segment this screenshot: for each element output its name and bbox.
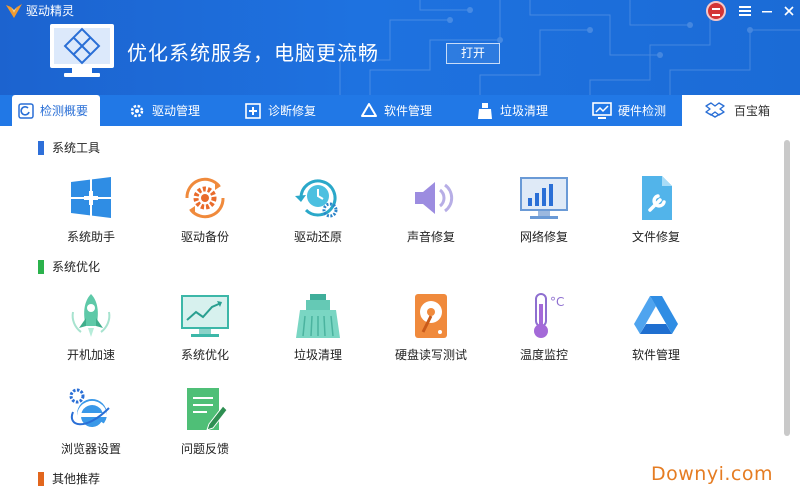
network-monitor-icon [520, 177, 568, 219]
monitor-icon [592, 101, 612, 119]
tool-browser-settings[interactable]: 浏览器设置 [36, 386, 146, 466]
section-system-optimize: 系统优化 [38, 258, 100, 275]
svg-text:°C: °C [550, 295, 564, 309]
tool-temperature-monitor[interactable]: °C 温度监控 [489, 292, 599, 372]
section-marker [38, 140, 44, 155]
tool-driver-backup[interactable]: 驱动备份 [150, 174, 260, 254]
section-title: 系统工具 [52, 141, 101, 155]
tab-overview[interactable]: 检测概要 [12, 95, 100, 126]
browser-gear-icon [69, 388, 110, 431]
section-marker [38, 259, 44, 274]
tool-software-management[interactable]: 软件管理 [601, 292, 711, 372]
section-other-recommend: 其他推荐 [38, 470, 100, 487]
broom-icon [478, 102, 492, 119]
software-icon [361, 102, 377, 117]
tab-label: 检测概要 [40, 104, 89, 118]
header: 驱动精灵 优化系统服务，电脑更流畅 打开 [0, 0, 800, 95]
tool-driver-restore[interactable]: 驱动还原 [263, 174, 373, 254]
scrollbar[interactable] [784, 140, 790, 436]
section-title: 系统优化 [52, 260, 101, 274]
tab-label: 垃圾清理 [500, 104, 549, 118]
window-controls [706, 0, 800, 22]
tool-disk-rw-test[interactable]: 硬盘读写测试 [376, 292, 486, 372]
user-avatar-icon[interactable] [706, 1, 726, 21]
tab-treasure-box[interactable]: 百宝箱 [682, 95, 800, 126]
tool-feedback[interactable]: 问题反馈 [150, 386, 260, 466]
tool-system-optimize[interactable]: 系统优化 [150, 292, 260, 372]
close-icon[interactable] [778, 0, 800, 22]
tool-junk-cleanup[interactable]: 垃圾清理 [263, 292, 373, 372]
menu-icon[interactable] [734, 0, 756, 22]
tool-system-assistant[interactable]: 系统助手 [36, 174, 146, 254]
tab-diagnose-repair[interactable]: 诊断修复 [244, 95, 354, 126]
tab-hardware-detect[interactable]: 硬件检测 [592, 95, 680, 126]
section-marker [38, 471, 44, 486]
tab-label: 驱动管理 [152, 104, 201, 118]
tool-sound-repair[interactable]: 声音修复 [376, 174, 486, 254]
box-icon [705, 101, 725, 118]
gear-icon [130, 104, 144, 117]
repair-icon [245, 102, 261, 119]
open-button[interactable]: 打开 [446, 43, 500, 64]
tab-label: 硬件检测 [618, 104, 667, 118]
thermometer-icon: °C [534, 293, 564, 338]
section-title: 其他推荐 [52, 472, 101, 486]
tab-label: 软件管理 [384, 104, 433, 118]
tool-file-repair[interactable]: 文件修复 [601, 174, 711, 254]
watermark: Downyi.com [651, 463, 773, 485]
rocket-icon [71, 294, 111, 337]
tab-label: 百宝箱 [734, 104, 771, 118]
software-triangle-icon [634, 296, 678, 334]
broom-icon [296, 294, 340, 338]
tab-bar: 检测概要 驱动管理 诊断修复 软件管理 垃圾清理 硬件检测 [0, 95, 800, 126]
scan-icon [18, 102, 34, 119]
tab-junk-cleanup[interactable]: 垃圾清理 [476, 95, 586, 126]
toolbox-monitor-icon [50, 24, 114, 77]
driver-backup-icon [185, 177, 225, 219]
app-logo-icon [6, 4, 22, 18]
file-wrench-icon [642, 176, 672, 220]
feedback-pencil-icon [187, 388, 228, 431]
speaker-icon [415, 182, 454, 214]
tab-driver-management[interactable]: 驱动管理 [128, 95, 238, 126]
banner-headline: 优化系统服务，电脑更流畅 [127, 41, 379, 65]
tab-label: 诊断修复 [268, 104, 317, 118]
section-system-tools: 系统工具 [38, 139, 100, 156]
tab-software-management[interactable]: 软件管理 [360, 95, 470, 126]
minimize-icon[interactable] [756, 0, 778, 22]
app-title: 驱动精灵 [26, 4, 75, 18]
windows-plus-icon [71, 177, 111, 218]
hard-disk-icon [415, 294, 447, 338]
tool-boot-accelerate[interactable]: 开机加速 [36, 292, 146, 372]
driver-restore-icon [295, 179, 338, 218]
tool-network-repair[interactable]: 网络修复 [489, 174, 599, 254]
optimize-monitor-icon [181, 295, 229, 337]
